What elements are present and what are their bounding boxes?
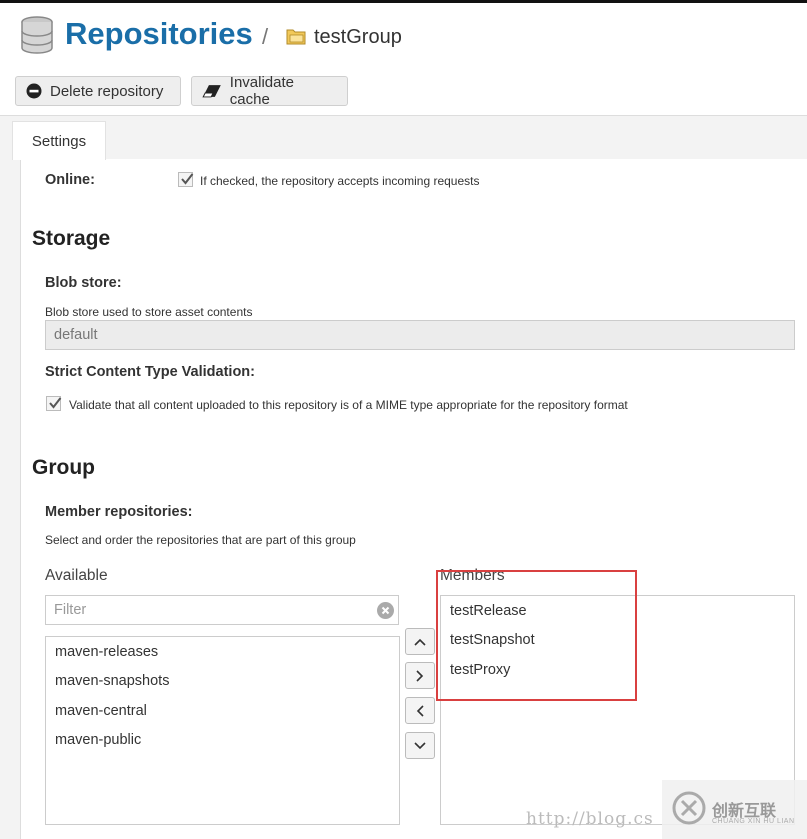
filter-input[interactable] (45, 595, 399, 625)
highlight-annotation-box (436, 570, 637, 701)
url-watermark: http://blog.cs (526, 809, 654, 829)
database-icon (21, 16, 53, 54)
add-to-members-button[interactable] (405, 662, 435, 689)
group-heading: Group (32, 456, 95, 479)
storage-heading: Storage (32, 227, 111, 250)
list-item[interactable]: maven-central (55, 703, 147, 719)
move-up-button[interactable] (405, 628, 435, 655)
chevron-right-icon (416, 669, 424, 682)
blob-store-field: default (45, 320, 795, 350)
eraser-icon (202, 85, 221, 98)
online-checkbox[interactable] (178, 172, 194, 187)
move-down-button[interactable] (405, 732, 435, 759)
top-border (0, 0, 807, 3)
tab-settings[interactable]: Settings (12, 121, 106, 160)
tab-bar (0, 115, 807, 161)
list-item[interactable]: maven-snapshots (55, 673, 169, 689)
blob-store-label: Blob store: (45, 275, 122, 291)
strict-validation-help: Validate that all content uploaded to th… (69, 398, 628, 412)
strict-validation-checkbox[interactable] (46, 396, 62, 411)
available-label: Available (45, 567, 108, 584)
chevron-up-icon (414, 638, 426, 646)
strict-validation-label: Strict Content Type Validation: (45, 364, 255, 380)
chevron-down-icon (414, 741, 426, 749)
member-repositories-help: Select and order the repositories that a… (45, 533, 356, 547)
chevron-left-icon (416, 704, 424, 717)
breadcrumb-group-name[interactable]: testGroup (314, 26, 402, 49)
checkmark-icon (49, 397, 62, 409)
side-strip (0, 159, 20, 839)
logo-mark-icon (672, 791, 706, 825)
online-label: Online: (45, 172, 95, 188)
available-list[interactable]: maven-releases maven-snapshots maven-cen… (45, 636, 400, 825)
minus-circle-icon (26, 83, 42, 99)
clear-filter-icon[interactable] (377, 602, 394, 619)
page-title: Repositories (65, 16, 253, 51)
member-repositories-label: Member repositories: (45, 504, 193, 520)
delete-repository-button[interactable]: Delete repository (15, 76, 181, 106)
checkmark-icon (181, 173, 194, 185)
online-help-text: If checked, the repository accepts incom… (200, 174, 480, 188)
list-item[interactable]: maven-public (55, 732, 141, 748)
breadcrumb-separator: / (262, 24, 269, 49)
folder-icon (286, 29, 306, 45)
delete-repository-label: Delete repository (50, 82, 164, 100)
invalidate-cache-button[interactable]: Invalidate cache (191, 74, 348, 108)
remove-from-members-button[interactable] (405, 697, 435, 724)
invalidate-cache-label: Invalidate cache (229, 74, 294, 108)
blob-store-help: Blob store used to store asset contents (45, 305, 253, 319)
list-item[interactable]: maven-releases (55, 644, 158, 660)
logo-subtext: CHUANG XIN HU LIAN (712, 818, 795, 825)
